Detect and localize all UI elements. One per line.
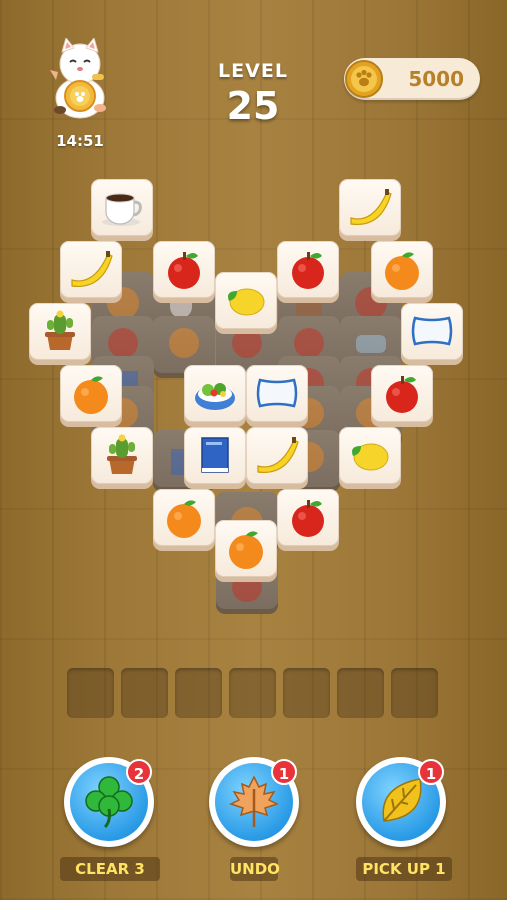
salad-bowl-icon (195, 383, 235, 410)
tile-apple[interactable] (371, 365, 433, 427)
tile-pillow[interactable] (246, 365, 308, 427)
tile-banana[interactable] (339, 179, 401, 241)
tile-apple[interactable] (277, 241, 339, 303)
lemon-icon (352, 443, 389, 471)
lucky-cat-icon[interactable] (48, 36, 112, 120)
banana-icon (71, 251, 113, 288)
clear-3-label: CLEAR 3 (60, 857, 160, 881)
banana-icon (257, 437, 299, 474)
tile-book[interactable] (184, 427, 246, 489)
coin-icon (344, 59, 384, 99)
tile-lemon[interactable] (215, 272, 277, 334)
tile-banana[interactable] (60, 241, 122, 303)
clover-icon (85, 776, 133, 829)
clear-3-count-badge: 2 (126, 759, 152, 785)
level-label: LEVEL (218, 60, 288, 82)
tile-cactus-pot[interactable] (29, 303, 91, 365)
tray-slot (67, 668, 114, 718)
tray-slot (283, 668, 330, 718)
timer: 14:51 (56, 132, 104, 150)
level-number: 25 (226, 84, 280, 128)
maple-leaf-icon (229, 775, 279, 827)
tray-slot (391, 668, 438, 718)
cactus-icon (45, 310, 75, 350)
coffee-cup-icon (102, 193, 142, 226)
tile-apple[interactable] (277, 489, 339, 551)
apple-icon (292, 252, 324, 289)
leaf-icon (382, 778, 422, 822)
tile-cactus-pot[interactable] (91, 427, 153, 489)
undo-count-badge: 1 (271, 759, 297, 785)
tile-apple[interactable] (153, 241, 215, 303)
collection-tray (67, 668, 440, 718)
pick-up-1-button[interactable]: 1 (356, 757, 446, 847)
pick-up-1-count-badge: 1 (418, 759, 444, 785)
tray-slot (175, 668, 222, 718)
cactus-icon (107, 434, 137, 474)
apple-icon (386, 376, 418, 413)
banana-icon (350, 189, 392, 226)
pick-up-1-label: PICK UP 1 (356, 857, 452, 881)
tray-slot (337, 668, 384, 718)
tile-banana[interactable] (246, 427, 308, 489)
tile-salad-bowl[interactable] (184, 365, 246, 427)
tray-slot (121, 668, 168, 718)
orange-icon (74, 376, 108, 414)
tile-orange[interactable] (215, 520, 277, 582)
tile-orange[interactable] (60, 365, 122, 427)
orange-icon (385, 252, 419, 290)
pillow-icon (411, 316, 453, 346)
undo-button[interactable]: 1 (209, 757, 299, 847)
lemon-icon (228, 288, 265, 316)
apple-icon (168, 252, 200, 289)
apple-icon (292, 500, 324, 537)
book-icon (201, 437, 229, 473)
orange-icon (167, 500, 201, 538)
pillow-icon (256, 378, 298, 408)
tile-lemon[interactable] (339, 427, 401, 489)
coin-value: 5000 (408, 67, 464, 91)
orange-icon (229, 531, 263, 569)
tray-slot (229, 668, 276, 718)
coin-counter[interactable]: 5000 (344, 58, 480, 100)
tile-orange[interactable] (153, 489, 215, 551)
tile-orange[interactable] (371, 241, 433, 303)
tile-coffee-cup[interactable] (91, 179, 153, 241)
undo-label: UNDO (230, 857, 280, 881)
tile-pillow[interactable] (401, 303, 463, 365)
clear-3-button[interactable]: 2 (64, 757, 154, 847)
hud: 14:51 LEVEL 25 5000 (0, 0, 507, 160)
